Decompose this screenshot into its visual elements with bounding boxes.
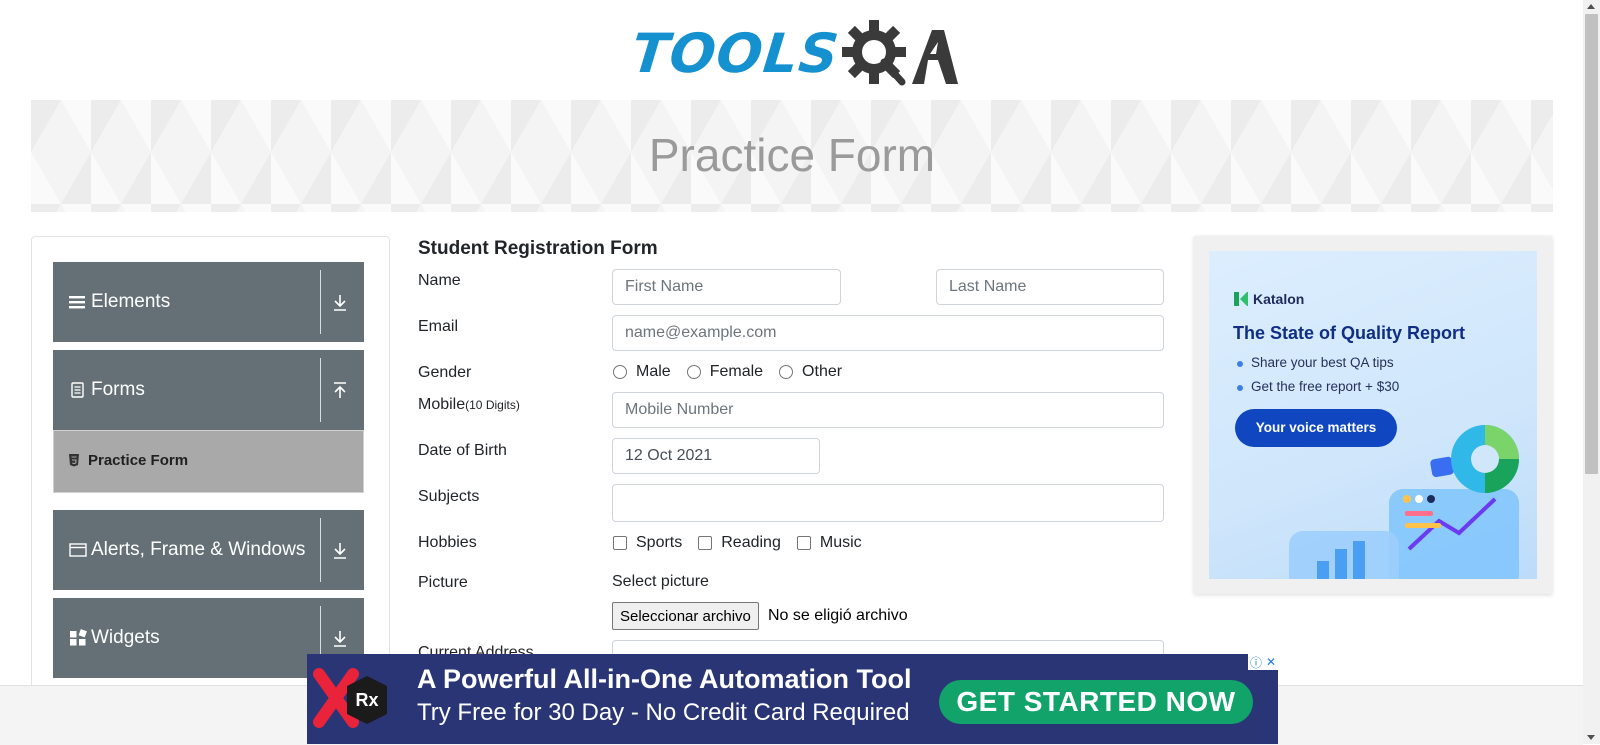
ranorex-logo-text: Rx (355, 690, 378, 710)
radio-label: Female (709, 363, 764, 380)
window-icon (69, 543, 87, 557)
mobile-label-text: Mobile (418, 396, 466, 413)
checkbox-label: Sports (636, 534, 683, 551)
document-icon (71, 382, 84, 398)
gear-magnifier-logo-icon (842, 20, 958, 86)
page-banner: Practice Form (31, 100, 1553, 212)
gender-other-radio[interactable]: Other (779, 363, 842, 381)
menu-lines-icon (69, 296, 85, 309)
email-input[interactable] (612, 315, 1164, 351)
mobile-label: Mobile(10 Digits) (418, 396, 520, 414)
scroll-up-icon[interactable] (1587, 4, 1595, 9)
ranorex-logo-icon: Rx (313, 668, 387, 728)
sidebar-group-label: Alerts, Frame & Windows (91, 539, 306, 560)
bullet-dot-icon (1237, 361, 1243, 367)
select-picture-label: Select picture (612, 573, 709, 590)
katalon-k-icon (1234, 292, 1248, 306)
gender-label: Gender (418, 364, 472, 381)
dob-label: Date of Birth (418, 442, 507, 459)
ad-headline: The State of Quality Report (1233, 323, 1466, 343)
radio-circle[interactable] (779, 365, 794, 379)
first-name-input[interactable] (612, 269, 841, 305)
get-started-button[interactable]: GET STARTED NOW (939, 680, 1253, 724)
gender-female-radio[interactable]: Female (686, 363, 764, 381)
ad-bullet: Share your best QA tips (1251, 355, 1394, 370)
sidebar-group-forms[interactable]: Forms (53, 350, 364, 430)
upload-arrow-icon (334, 382, 346, 398)
hobby-reading-checkbox[interactable]: Reading (698, 534, 781, 552)
side-advertisement[interactable]: Katalon The State of Quality Report Shar… (1194, 236, 1552, 594)
scrollbar-thumb[interactable] (1585, 14, 1598, 474)
divider (320, 518, 321, 582)
radio-label: Other (802, 363, 843, 380)
gender-radio-group: Male Female Other (613, 363, 858, 381)
ad-subline: Try Free for 30 Day - No Credit Card Req… (417, 699, 910, 726)
ad-bullet: Get the free report + $30 (1251, 379, 1400, 394)
mobile-input[interactable] (612, 392, 1164, 428)
divider (320, 358, 321, 422)
checkbox-box[interactable] (613, 536, 627, 550)
sidebar-item-label: Practice Form (88, 452, 189, 469)
bottom-advertisement[interactable]: Rx A Powerful All-in-One Automation Tool… (307, 654, 1278, 744)
ad-brand: Katalon (1253, 291, 1305, 307)
hobby-sports-checkbox[interactable]: Sports (613, 534, 682, 552)
ad-controls: ⓘ ✕ (1248, 654, 1278, 670)
ad-headline: A Powerful All-in-One Automation Tool (417, 664, 912, 694)
scroll-down-icon[interactable] (1587, 735, 1595, 740)
email-label: Email (418, 318, 459, 335)
sidebar-group-label: Elements (91, 291, 171, 312)
sidebar-group-elements[interactable]: Elements (53, 262, 364, 342)
choose-file-button[interactable]: Seleccionar archivo (612, 602, 759, 630)
bullet-dot-icon (1237, 385, 1243, 391)
gender-male-radio[interactable]: Male (613, 363, 671, 381)
download-arrow-icon (334, 631, 346, 647)
ad-close-icon[interactable]: ✕ (1266, 655, 1276, 669)
ad-info-icon[interactable]: ⓘ (1250, 654, 1262, 671)
name-label: Name (418, 272, 461, 289)
radio-label: Male (636, 363, 671, 380)
checkbox-box[interactable] (698, 536, 713, 550)
form-title: Student Registration Form (418, 238, 658, 259)
toolsqa-logo[interactable]: TOOLS (628, 14, 958, 90)
hobbies-checkbox-group: Sports Reading Music (613, 534, 878, 552)
checkbox-label: Reading (721, 534, 781, 551)
report-illustration-icon (1289, 425, 1519, 579)
download-arrow-icon (334, 295, 346, 311)
file-status-text: No se eligió archivo (768, 607, 908, 624)
checkbox-label: Music (819, 534, 862, 551)
mobile-hint: (10 Digits) (465, 398, 520, 412)
html5-icon (69, 454, 79, 467)
vertical-scrollbar[interactable] (1583, 0, 1600, 744)
sidebar-group-label: Widgets (91, 627, 160, 648)
download-arrow-icon (334, 543, 346, 559)
hobby-music-checkbox[interactable]: Music (796, 534, 862, 552)
divider (320, 270, 321, 334)
sidebar-item-practice-form[interactable]: Practice Form (53, 430, 364, 493)
hobbies-label: Hobbies (418, 534, 477, 551)
checkbox-box[interactable] (796, 536, 811, 550)
katalon-ad[interactable]: Katalon The State of Quality Report Shar… (1209, 251, 1537, 579)
dob-input[interactable] (612, 438, 820, 474)
widgets-icon (70, 629, 87, 646)
subjects-input[interactable] (612, 484, 1164, 522)
last-name-input[interactable] (936, 269, 1164, 305)
subjects-label: Subjects (418, 488, 480, 505)
radio-circle[interactable] (613, 365, 627, 379)
radio-circle[interactable] (686, 365, 701, 379)
page-title: Practice Form (648, 129, 936, 181)
logo-text: TOOLS (628, 22, 843, 85)
sidebar-group-label: Forms (91, 379, 145, 400)
sidebar-group-alerts[interactable]: Alerts, Frame & Windows (53, 510, 364, 590)
picture-label: Picture (418, 574, 468, 591)
